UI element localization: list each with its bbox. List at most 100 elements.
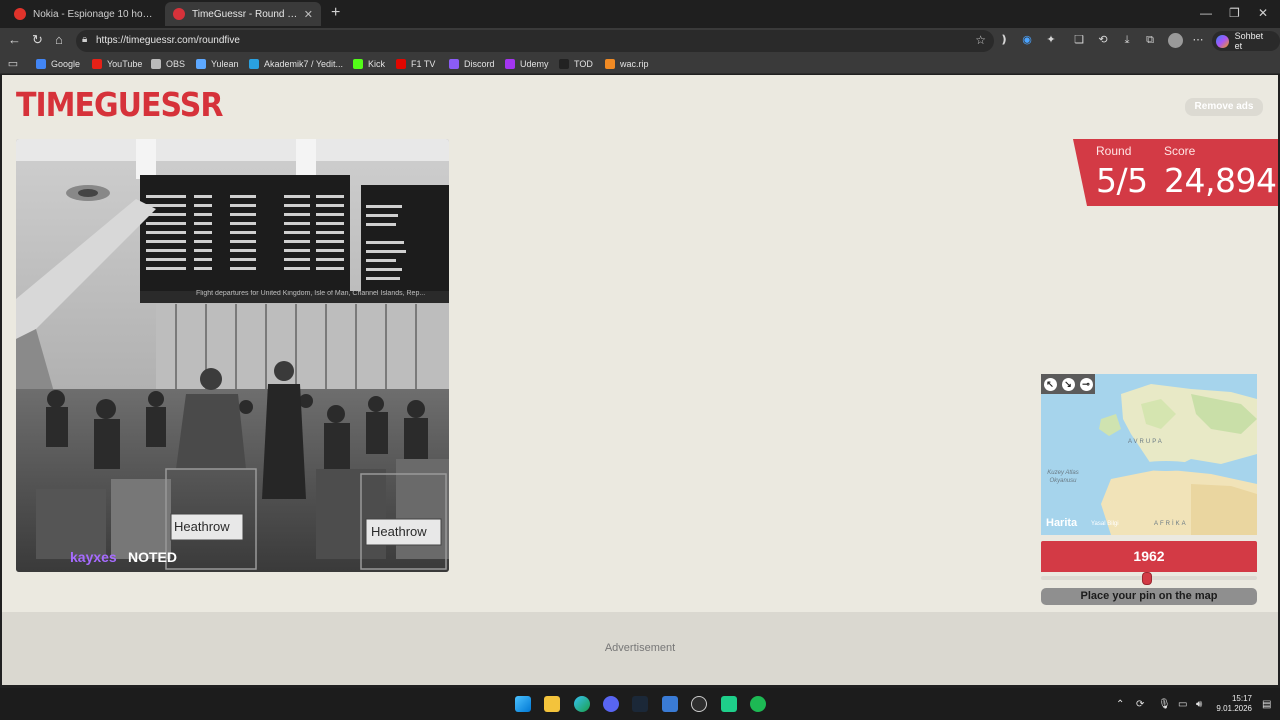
bookmark-kick[interactable]: Kick	[353, 57, 385, 71]
lock-icon: 🔒︎	[82, 34, 88, 45]
read-aloud-icon[interactable]: ❫	[997, 33, 1011, 47]
edge-browser-icon[interactable]	[574, 696, 590, 712]
map-legal-link[interactable]: Yasal Bilgi	[1091, 521, 1119, 527]
map-brand-label: Harita	[1046, 517, 1078, 529]
address-bar[interactable]: 🔒︎ https://timeguessr.com/roundfive ☆	[76, 30, 994, 52]
bookmark-label: Udemy	[520, 59, 549, 69]
discord-icon[interactable]	[603, 696, 619, 712]
close-tab-icon[interactable]: ✕	[304, 8, 313, 21]
tab-youtube[interactable]: Nokia - Espionage 10 hours - YouTube	[6, 2, 162, 26]
bookmark-favicon-icon	[605, 59, 615, 69]
app-blue-icon[interactable]	[662, 696, 678, 712]
bookmark-label: OBS	[166, 59, 186, 69]
tray-sync-icon[interactable]: ⟳	[1136, 699, 1144, 710]
tray-chevron-icon[interactable]: ⌃	[1116, 699, 1124, 710]
obs-icon[interactable]	[691, 696, 707, 712]
tab-title: TimeGuessr - Round Five	[192, 8, 300, 20]
close-window-icon[interactable]: ✕	[1258, 6, 1268, 20]
tab-title: Nokia - Espionage 10 hours - YouTube	[33, 8, 154, 20]
minimize-icon[interactable]: —	[1200, 6, 1212, 20]
more-menu-icon[interactable]: ⋯	[1191, 33, 1205, 47]
heathrow-sign-left: Heathrow	[174, 519, 230, 534]
timeguessr-logo[interactable]: TIMEGUESSR	[16, 83, 223, 129]
map-label-ocean: Kuzey Atlas Okyanusu	[1047, 470, 1079, 484]
round-photo: Heathrow Heathrow Flight departures for …	[16, 139, 449, 572]
bookmark-label: Akademik7 / Yedit...	[264, 59, 344, 69]
bookmark-label: YouTube	[107, 59, 143, 69]
place-pin-button[interactable]: Place your pin on the map	[1041, 588, 1257, 605]
tray-network-icon[interactable]: ▭	[1178, 699, 1187, 710]
notification-icon[interactable]: ▤	[1262, 699, 1271, 710]
sidebar-toggle-icon[interactable]: ▭	[6, 57, 20, 71]
bookmark-favicon-icon	[196, 59, 206, 69]
bookmark-f1-tv[interactable]: F1 TV	[396, 57, 435, 71]
browser-title-bar: Nokia - Espionage 10 hours - YouTube Tim…	[0, 0, 1280, 28]
windows-taskbar: ⌃ ⟳ 🎙︎ ▭ 🔊︎ 15:17 9.01.2026 ▤	[0, 688, 1280, 720]
screenshot-icon[interactable]: ⧉	[1143, 33, 1157, 47]
refresh-icon[interactable]: ↻	[32, 33, 43, 47]
timeguessr-favicon-icon	[173, 8, 185, 20]
bookmark-akademik7-yedit[interactable]: Akademik7 / Yedit...	[249, 57, 343, 71]
bookmark-label: Yulean	[211, 59, 239, 69]
bookmark-label: Kick	[368, 59, 386, 69]
bookmark-obs[interactable]: OBS	[151, 57, 185, 71]
guess-map[interactable]	[1041, 374, 1257, 535]
collections-icon[interactable]: ❏	[1072, 33, 1086, 47]
back-icon[interactable]: ←	[8, 33, 21, 47]
copilot-button[interactable]: Sohbet et	[1212, 31, 1280, 51]
tray-volume-icon[interactable]: 🔊︎	[1196, 699, 1202, 710]
bookmark-label: TOD	[574, 59, 593, 69]
bookmark-favicon-icon	[92, 59, 102, 69]
remove-ads-button[interactable]: Remove ads	[1185, 98, 1263, 116]
download-icon[interactable]: ⤓	[1120, 33, 1134, 47]
browser-toolbar: ← ↻ ⌂ 🔒︎ https://timeguessr.com/roundfiv…	[0, 28, 1280, 54]
score-value: 24,894	[1164, 161, 1277, 200]
timeguessr-page: TIMEGUESSR Remove ads Heathrow Heathrow …	[2, 75, 1278, 685]
pin-map-icon[interactable]: ⊸	[1079, 377, 1093, 391]
bookmark-udemy[interactable]: Udemy	[505, 57, 549, 71]
bookmark-favicon-icon	[449, 59, 459, 69]
steam-icon[interactable]	[632, 696, 648, 712]
map-brand: Harita	[1046, 517, 1077, 529]
url-text[interactable]: https://timeguessr.com/roundfive	[96, 35, 240, 46]
bookmark-tod[interactable]: TOD	[559, 57, 593, 71]
bookmark-label: Google	[51, 59, 81, 69]
bookmark-favicon-icon	[249, 59, 259, 69]
tab-timeguessr[interactable]: TimeGuessr - Round Five ✕	[165, 2, 321, 26]
year-display: 1962	[1041, 541, 1257, 572]
round-label: Round	[1096, 144, 1132, 158]
bookmark-discord[interactable]: Discord	[449, 57, 495, 71]
extensions-icon[interactable]: ✦	[1044, 33, 1058, 47]
board-caption: Flight departures for United Kingdom, Is…	[196, 290, 426, 297]
youtube-favicon-icon	[14, 8, 26, 20]
spotify-icon[interactable]	[750, 696, 766, 712]
profile-avatar[interactable]	[1168, 33, 1183, 48]
shrink-map-icon[interactable]: ↘	[1061, 377, 1075, 391]
new-tab-icon[interactable]: +	[331, 5, 340, 21]
bookmark-wac-rip[interactable]: wac.rip	[605, 57, 649, 71]
extension-blue-icon[interactable]: ◉	[1020, 33, 1034, 47]
map-label-africa: AFRİKA	[1154, 521, 1188, 527]
bookmark-label: wac.rip	[620, 59, 649, 69]
system-clock[interactable]: 15:17 9.01.2026	[1212, 694, 1252, 714]
bookmark-favicon-icon	[396, 59, 406, 69]
map-label-europe: AVRUPA	[1128, 439, 1164, 445]
favorite-star-icon[interactable]: ☆	[975, 33, 986, 47]
year-slider-thumb[interactable]	[1141, 572, 1152, 585]
file-explorer-icon[interactable]	[544, 696, 560, 712]
windows-start-icon[interactable]	[515, 696, 531, 712]
bookmark-yulean[interactable]: Yulean	[196, 57, 239, 71]
bookmark-youtube[interactable]: YouTube	[92, 57, 142, 71]
stream-overlay-username: kayxes	[70, 549, 117, 565]
tray-mic-icon[interactable]: 🎙︎	[1158, 699, 1171, 710]
bookmark-favicon-icon	[559, 59, 569, 69]
bookmark-label: F1 TV	[411, 59, 436, 69]
home-icon[interactable]: ⌂	[55, 33, 63, 47]
maximize-icon[interactable]: ❐	[1229, 6, 1240, 20]
history-icon[interactable]: ⟲	[1096, 33, 1110, 47]
expand-map-icon[interactable]: ↖	[1043, 377, 1057, 391]
app-green-icon[interactable]	[721, 696, 737, 712]
bookmark-google[interactable]: Google	[36, 57, 80, 71]
bookmark-favicon-icon	[353, 59, 363, 69]
bookmark-label: Discord	[464, 59, 495, 69]
